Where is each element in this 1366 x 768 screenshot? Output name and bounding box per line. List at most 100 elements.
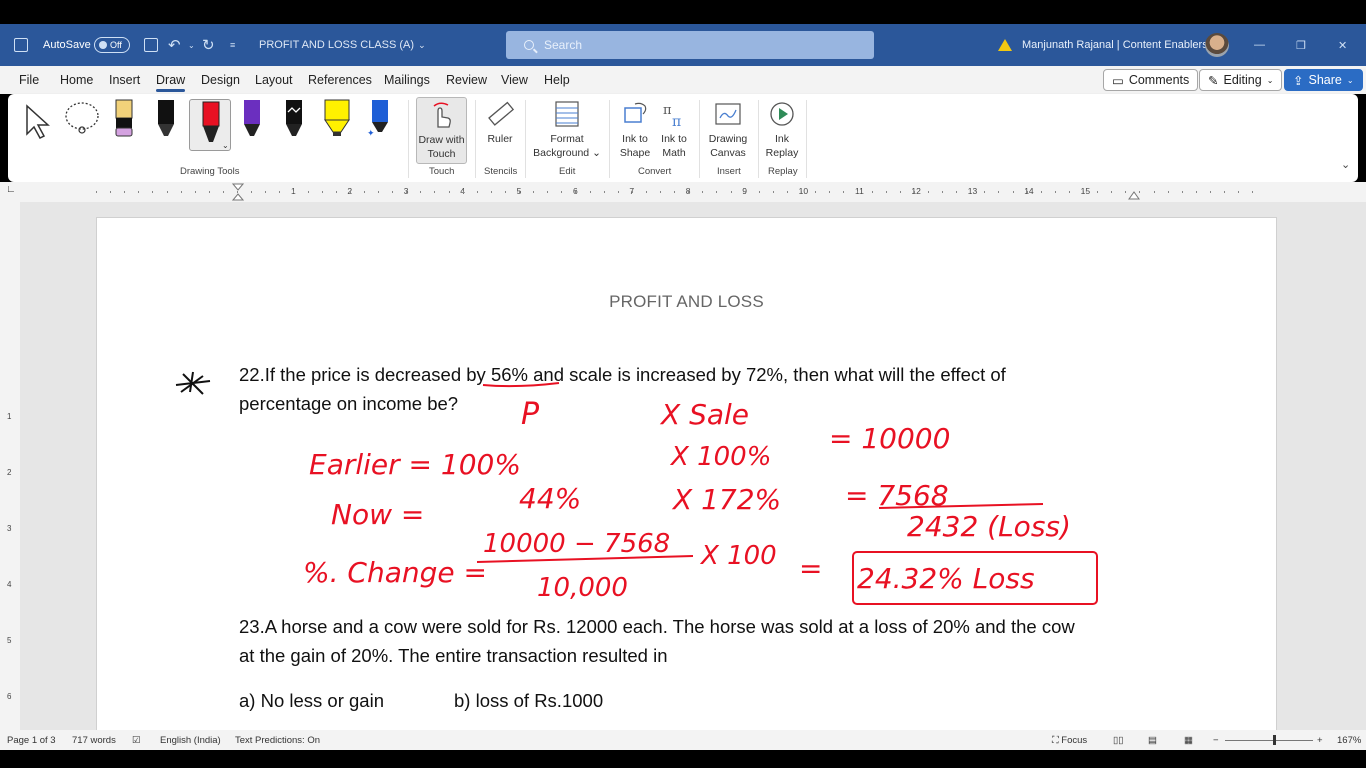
ruler-number: 10 <box>798 186 809 196</box>
print-layout-icon[interactable]: ▤ <box>1148 735 1157 746</box>
tab-view[interactable]: View <box>501 73 528 87</box>
proofing-icon[interactable]: ☑ <box>132 735 141 746</box>
ink-to-math-button[interactable]: π π Ink to Math <box>657 100 691 160</box>
autosave-toggle[interactable]: Off <box>94 37 130 53</box>
document-title[interactable]: PROFIT AND LOSS CLASS (A) ⌄ <box>259 24 426 66</box>
vruler-number: 5 <box>7 636 12 645</box>
web-layout-icon[interactable]: ▦ <box>1184 735 1193 746</box>
share-icon: ⇪ <box>1293 73 1304 88</box>
language[interactable]: English (India) <box>160 735 221 746</box>
avatar[interactable] <box>1205 33 1229 57</box>
undo-dropdown-icon[interactable]: ⌄ <box>188 24 195 66</box>
pencil-tool-icon[interactable] <box>112 98 136 140</box>
status-bar: Page 1 of 3 717 words ☑ English (India) … <box>0 730 1366 750</box>
format-background-button[interactable]: Format Background ⌄ <box>532 100 602 160</box>
undo-icon[interactable]: ↶ <box>168 24 181 66</box>
zoom-level[interactable]: 167% <box>1337 735 1361 746</box>
save-icon[interactable] <box>144 38 158 52</box>
svg-text:⌄: ⌄ <box>222 141 229 150</box>
minimize-icon[interactable]: — <box>1254 24 1265 66</box>
title-bar: AutoSave Off ↶ ⌄ ↻ ≡ PROFIT AND LOSS CLA… <box>0 24 1366 66</box>
ribbon-panel: ⌄ ✦ Drawing Tools Draw with Touch Touch <box>8 94 1358 182</box>
page-count[interactable]: Page 1 of 3 <box>7 735 56 746</box>
svg-text:✦: ✦ <box>367 129 375 139</box>
read-mode-icon[interactable]: ▯▯ <box>1113 735 1123 746</box>
autosave-label: AutoSave <box>43 39 91 51</box>
svg-text:π: π <box>672 114 681 128</box>
ruler-button[interactable]: Ruler <box>483 100 517 146</box>
ink-replay-button[interactable]: Ink Replay <box>764 100 800 160</box>
restore-icon[interactable]: ❐ <box>1296 24 1306 66</box>
tab-insert[interactable]: Insert <box>109 73 140 87</box>
document-area[interactable]: PROFIT AND LOSS 22.If the price is decre… <box>20 202 1366 730</box>
ink-result: 24.32% Loss <box>857 562 1035 595</box>
focus-button[interactable]: ⛶ Focus <box>1052 735 1087 746</box>
tab-stop-icon[interactable]: ∟ <box>6 184 16 195</box>
underline-56-percent <box>482 382 560 388</box>
ink-44: 44% <box>519 482 581 515</box>
ink-now: Now = <box>331 498 424 531</box>
redo-icon[interactable]: ↻ <box>202 24 215 66</box>
draw-with-touch-button[interactable]: Draw with Touch <box>416 97 467 164</box>
select-arrow-icon[interactable] <box>22 102 52 142</box>
share-button[interactable]: ⇪ Share ⌄ <box>1284 69 1363 91</box>
ruler-number: 12 <box>911 186 921 196</box>
focus-icon: ⛶ <box>1052 735 1062 746</box>
group-label-drawing-tools: Drawing Tools <box>180 166 240 177</box>
drawing-canvas-icon <box>715 103 741 125</box>
ink-annotations: P X Sale Earlier = 100% X 100% = 10000 N… <box>175 371 1098 605</box>
tab-layout[interactable]: Layout <box>255 73 293 87</box>
black-pen-icon[interactable] <box>154 98 178 140</box>
document-page[interactable]: PROFIT AND LOSS 22.If the price is decre… <box>96 217 1277 730</box>
tab-draw[interactable]: Draw <box>156 73 186 92</box>
tab-help[interactable]: Help <box>544 73 570 87</box>
group-label-stencils: Stencils <box>484 166 518 177</box>
tab-home[interactable]: Home <box>60 73 93 87</box>
galaxy-pen-icon[interactable]: ✦ <box>366 98 392 140</box>
zoom-slider-thumb[interactable] <box>1273 735 1276 745</box>
ink-x-sale: X Sale <box>659 398 749 431</box>
tab-review[interactable]: Review <box>446 73 487 87</box>
right-indent-marker-icon[interactable] <box>1128 188 1140 200</box>
comments-button[interactable]: ▭ Comments <box>1103 69 1199 91</box>
ink-change: %. Change = <box>303 556 487 589</box>
customize-toolbar-icon[interactable]: ≡ <box>230 24 235 66</box>
group-label-insert: Insert <box>717 166 741 177</box>
text-predictions[interactable]: Text Predictions: On <box>235 735 320 746</box>
vruler-number: 6 <box>7 692 12 701</box>
collapse-ribbon-icon[interactable]: ⌄ <box>1341 158 1350 171</box>
indent-marker-icon[interactable] <box>232 182 244 202</box>
user-name[interactable]: Manjunath Rajanal | Content Enablers <box>1022 24 1208 66</box>
ink-p: P <box>521 397 540 432</box>
zoom-out-icon[interactable]: − <box>1213 735 1219 746</box>
editing-button[interactable]: ✎ Editing ⌄ <box>1199 69 1283 91</box>
ink-eq10000: = 10000 <box>829 422 950 455</box>
vruler-number: 4 <box>7 580 12 589</box>
tab-design[interactable]: Design <box>201 73 240 87</box>
search-box[interactable]: Search <box>506 31 874 59</box>
zoom-slider[interactable] <box>1225 740 1313 741</box>
vertical-ruler: 1 2 3 4 5 6 <box>0 202 20 730</box>
black-marker-icon[interactable] <box>282 98 306 140</box>
ink-to-shape-button[interactable]: Ink to Shape <box>618 100 652 160</box>
purple-pen-icon[interactable] <box>240 98 264 140</box>
svg-text:π: π <box>663 103 672 118</box>
group-label-touch: Touch <box>429 166 455 177</box>
warning-icon[interactable] <box>998 39 1012 51</box>
zoom-in-icon[interactable]: + <box>1317 735 1323 746</box>
tab-file[interactable]: File <box>19 73 39 87</box>
ink-x172: X 172% <box>671 483 781 516</box>
yellow-highlighter-icon[interactable] <box>322 98 352 140</box>
word-count[interactable]: 717 words <box>72 735 116 746</box>
horizontal-ruler[interactable]: ∟ 123456789101112131415 <box>0 182 1366 202</box>
close-icon[interactable]: ✕ <box>1338 24 1347 66</box>
ruler-number: 14 <box>1024 186 1034 196</box>
group-label-convert: Convert <box>638 166 672 177</box>
lasso-select-icon[interactable] <box>62 100 106 140</box>
drawing-canvas-button[interactable]: Drawing Canvas <box>706 100 750 160</box>
tab-mailings[interactable]: Mailings <box>384 73 430 87</box>
red-pen-selected[interactable]: ⌄ <box>189 99 231 151</box>
group-label-replay: Replay <box>768 166 798 177</box>
ruler-icon <box>488 101 514 126</box>
tab-references[interactable]: References <box>308 73 372 87</box>
